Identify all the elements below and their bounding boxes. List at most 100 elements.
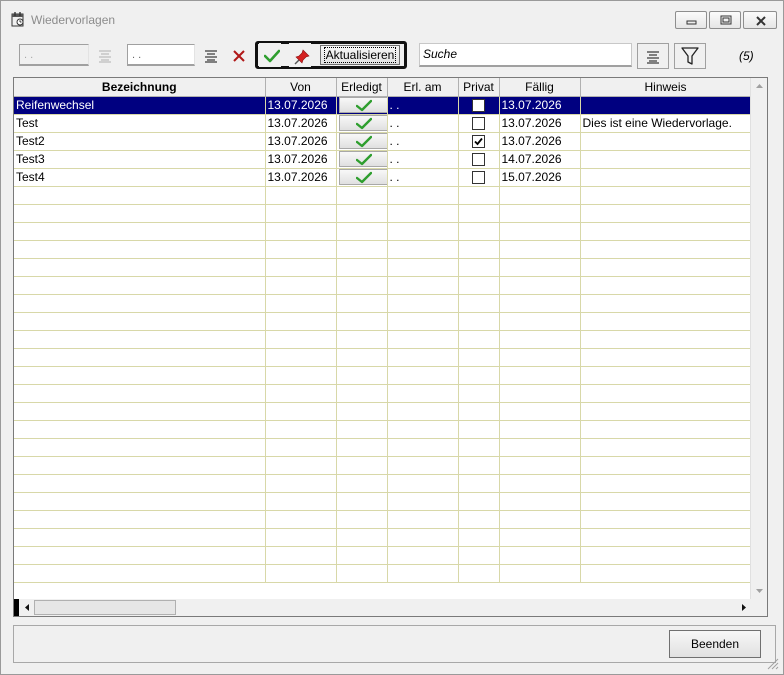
cell-privat (458, 204, 500, 223)
column-header-erl-am[interactable]: Erl. am (387, 78, 459, 97)
date-to-field[interactable]: . . (127, 44, 195, 66)
table-row[interactable] (14, 204, 752, 223)
cell-erl-am (387, 222, 459, 241)
date-from-field[interactable]: . . (19, 44, 89, 66)
table-row[interactable] (14, 222, 752, 241)
restore-button[interactable] (709, 11, 741, 29)
table-body: Reifenwechsel 13.07.2026. . 13.07.2026 Test… (14, 96, 752, 583)
cell-faellig (499, 420, 581, 439)
action-group: Aktualisieren (255, 41, 407, 69)
table-row[interactable] (14, 438, 752, 457)
privat-checkbox[interactable] (472, 134, 485, 148)
column-header-erledigt[interactable]: Erledigt (336, 78, 388, 97)
refresh-button[interactable]: Aktualisieren (320, 45, 400, 65)
table-row[interactable] (14, 294, 752, 313)
table-row[interactable]: Test3 13.07.2026 . . 14.07.2026 (14, 150, 752, 169)
table-row[interactable]: Reifenwechsel 13.07.2026. . 13.07.2026 (14, 96, 752, 115)
cell-privat (458, 456, 500, 475)
table-row[interactable] (14, 420, 752, 439)
table-row[interactable] (14, 240, 752, 259)
minimize-button[interactable] (675, 11, 707, 29)
filter-button[interactable] (674, 43, 706, 69)
mark-done-row-button[interactable] (338, 115, 386, 131)
reminders-grid[interactable]: Bezeichnung Von Erledigt Erl. am Privat … (13, 77, 768, 617)
cell-erl-am (387, 366, 459, 385)
table-row[interactable]: Test2 13.07.2026. . 13.07.2026 (14, 132, 752, 151)
table-row[interactable] (14, 312, 752, 331)
search-input[interactable]: Suche (419, 43, 632, 67)
table-row[interactable] (14, 186, 752, 205)
mark-done-row-button[interactable] (338, 169, 386, 185)
cell-von (265, 474, 337, 493)
cell-privat (458, 492, 500, 511)
cell-erledigt (336, 384, 388, 403)
checkmark-icon (355, 117, 372, 130)
column-header-bezeichnung[interactable]: Bezeichnung (14, 78, 266, 97)
cell-erledigt (336, 132, 388, 151)
table-row[interactable] (14, 492, 752, 511)
privat-checkbox[interactable] (472, 170, 485, 184)
cell-bezeichnung (14, 204, 266, 223)
title-bar[interactable]: Wiedervorlagen (1, 1, 783, 37)
table-row[interactable] (14, 366, 752, 385)
table-row[interactable] (14, 528, 752, 547)
table-row[interactable] (14, 258, 752, 277)
cell-hinweis (580, 384, 752, 403)
mark-done-row-button[interactable] (338, 97, 386, 113)
cell-erledigt (336, 492, 388, 511)
mark-done-row-button[interactable] (338, 133, 386, 149)
table-row[interactable] (14, 276, 752, 295)
table-row[interactable]: Test 13.07.2026. . 13.07.2026 Dies ist eine… (14, 114, 752, 133)
cell-privat (458, 330, 500, 349)
mark-done-button[interactable] (259, 43, 281, 67)
cell-bezeichnung (14, 222, 266, 241)
date-from-picker-button[interactable] (93, 43, 115, 67)
cell-von: 13.07.2026 (265, 96, 337, 115)
cell-faellig (499, 240, 581, 259)
cell-erledigt (336, 456, 388, 475)
privat-checkbox[interactable] (472, 152, 485, 166)
clear-dates-button[interactable] (227, 43, 249, 67)
table-row[interactable] (14, 546, 752, 565)
horizontal-scroll-thumb[interactable] (34, 600, 176, 615)
scroll-right-icon[interactable] (737, 599, 751, 616)
table-row[interactable] (14, 384, 752, 403)
wiedervorlagen-window: Wiedervorlagen . . . . Aktualisieren Suc… (0, 0, 784, 675)
status-panel (13, 625, 776, 663)
cell-erledigt (336, 204, 388, 223)
column-header-hinweis[interactable]: Hinweis (580, 78, 752, 97)
cell-erl-am (387, 186, 459, 205)
vertical-scrollbar[interactable] (750, 78, 767, 599)
search-options-button[interactable] (637, 43, 669, 69)
checkmark-icon (355, 99, 372, 112)
refresh-button-label: Aktualisieren (323, 47, 397, 63)
scroll-up-icon[interactable] (751, 78, 768, 95)
mark-done-row-button[interactable] (338, 151, 386, 167)
date-to-picker-button[interactable] (199, 43, 221, 67)
cell-hinweis (580, 546, 752, 565)
scroll-left-icon[interactable] (20, 599, 34, 616)
cell-erl-am (387, 564, 459, 583)
table-row[interactable]: Test4 13.07.2026 . . 15.07.2026 (14, 168, 752, 187)
table-row[interactable] (14, 402, 752, 421)
privat-checkbox[interactable] (472, 98, 485, 112)
column-header-faellig[interactable]: Fällig (499, 78, 581, 97)
table-row[interactable] (14, 510, 752, 529)
table-row[interactable] (14, 456, 752, 475)
restore-icon (720, 15, 732, 25)
pin-button[interactable] (289, 43, 311, 67)
table-row[interactable] (14, 348, 752, 367)
table-row[interactable] (14, 474, 752, 493)
column-header-privat[interactable]: Privat (458, 78, 500, 97)
horizontal-scrollbar[interactable] (14, 599, 751, 616)
table-row[interactable] (14, 330, 752, 349)
close-window-button[interactable] (743, 11, 777, 29)
resize-grip-icon[interactable] (767, 658, 779, 670)
window-title: Wiedervorlagen (31, 13, 116, 27)
close-button[interactable]: Beenden (669, 630, 761, 658)
privat-checkbox[interactable] (472, 116, 485, 130)
scroll-down-icon[interactable] (751, 582, 768, 599)
cell-erl-am (387, 528, 459, 547)
table-row[interactable] (14, 564, 752, 583)
column-header-von[interactable]: Von (265, 78, 337, 97)
